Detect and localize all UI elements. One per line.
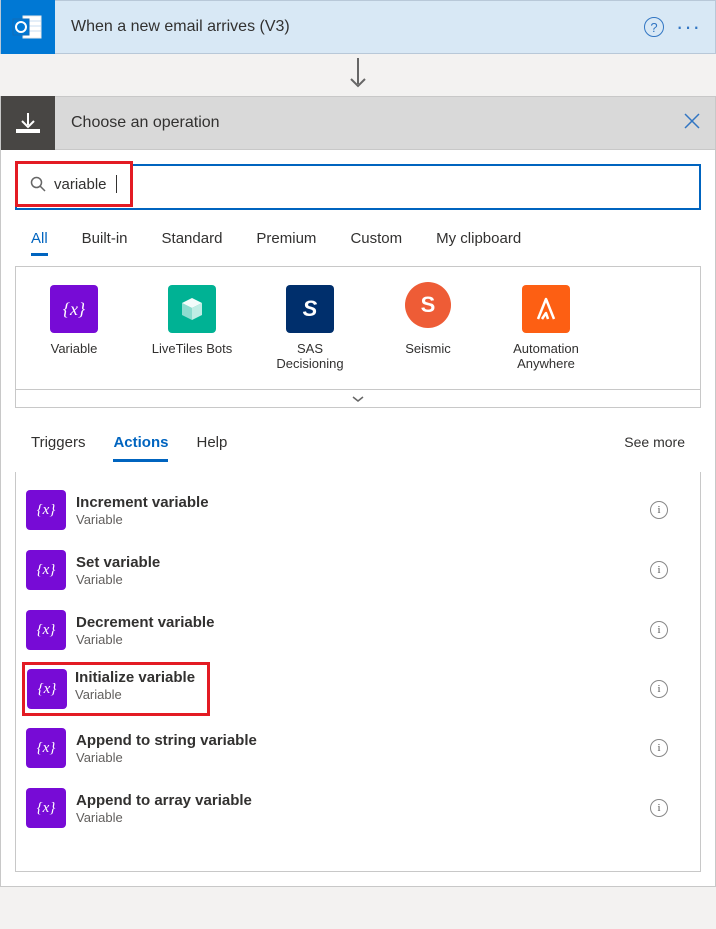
info-icon[interactable]: i — [650, 680, 668, 698]
outlook-icon — [1, 0, 55, 54]
action-title: Append to string variable — [76, 732, 640, 750]
secondary-tabs: Triggers Actions Help See more — [15, 426, 701, 462]
see-more-link[interactable]: See more — [624, 434, 685, 450]
trigger-title: When a new email arrives (V3) — [55, 18, 644, 36]
tab-standard[interactable]: Standard — [162, 224, 223, 256]
action-append-array-variable[interactable]: {x} Append to array variable Variable i — [22, 778, 682, 838]
tab-my-clipboard[interactable]: My clipboard — [436, 224, 521, 256]
connector-automation-anywhere[interactable]: Automation Anywhere — [500, 285, 592, 371]
seismic-icon: S — [405, 282, 451, 328]
choose-operation-header: Choose an operation — [0, 96, 716, 150]
action-append-string-variable[interactable]: {x} Append to string variable Variable i — [22, 718, 682, 778]
variable-icon: {x} — [26, 788, 66, 828]
subtab-help[interactable]: Help — [196, 426, 227, 459]
variable-icon: {x} — [50, 285, 98, 333]
action-subtitle: Variable — [76, 572, 640, 587]
action-subtitle: Variable — [76, 632, 640, 647]
connector-variable[interactable]: {x} Variable — [28, 285, 120, 371]
tab-built-in[interactable]: Built-in — [82, 224, 128, 256]
action-title: Set variable — [76, 554, 640, 572]
action-subtitle: Variable — [75, 687, 205, 702]
action-title: Append to array variable — [76, 792, 640, 810]
connector-seismic[interactable]: S Seismic — [382, 285, 474, 371]
connectors-grid: {x} Variable LiveTiles Bots S SAS Decisi… — [15, 266, 701, 390]
close-icon[interactable] — [683, 112, 715, 135]
action-subtitle: Variable — [76, 810, 640, 825]
actions-scroll[interactable]: {x} Increment variable Variable i {x} Se… — [16, 472, 684, 871]
variable-icon: {x} — [26, 610, 66, 650]
connector-label: SAS Decisioning — [264, 341, 356, 371]
livetiles-icon — [168, 285, 216, 333]
sas-icon: S — [286, 285, 334, 333]
info-icon[interactable]: i — [650, 799, 668, 817]
connector-label: Variable — [28, 341, 120, 356]
connector-livetiles[interactable]: LiveTiles Bots — [146, 285, 238, 371]
tab-all[interactable]: All — [31, 224, 48, 256]
more-icon[interactable]: ··· — [676, 16, 701, 38]
action-title: Increment variable — [76, 494, 640, 512]
action-initialize-variable-row: {x} Initialize variable Variable i — [22, 660, 682, 718]
action-increment-variable[interactable]: {x} Increment variable Variable i — [22, 480, 682, 540]
trigger-header-actions: ? ··· — [644, 16, 715, 38]
info-icon[interactable]: i — [650, 501, 668, 519]
choose-operation-title: Choose an operation — [55, 114, 683, 132]
operation-icon — [1, 96, 55, 150]
action-decrement-variable[interactable]: {x} Decrement variable Variable i — [22, 600, 682, 660]
info-icon[interactable]: i — [650, 621, 668, 639]
tab-custom[interactable]: Custom — [350, 224, 402, 256]
tab-premium[interactable]: Premium — [256, 224, 316, 256]
variable-icon: {x} — [26, 550, 66, 590]
action-set-variable[interactable]: {x} Set variable Variable i — [22, 540, 682, 600]
action-title: Decrement variable — [76, 614, 640, 632]
variable-icon: {x} — [26, 490, 66, 530]
automation-anywhere-icon — [522, 285, 570, 333]
info-icon[interactable]: i — [650, 739, 668, 757]
actions-list-container: {x} Increment variable Variable i {x} Se… — [15, 472, 701, 872]
connector-sas[interactable]: S SAS Decisioning — [264, 285, 356, 371]
text-cursor — [116, 175, 117, 193]
connector-label: Seismic — [382, 341, 474, 356]
flow-arrow — [0, 54, 716, 96]
connector-label: Automation Anywhere — [500, 341, 592, 371]
search-input[interactable] — [52, 175, 118, 194]
connector-label: LiveTiles Bots — [146, 341, 238, 356]
search-icon — [24, 176, 52, 192]
subtab-actions[interactable]: Actions — [113, 426, 168, 462]
category-tabs: All Built-in Standard Premium Custom My … — [15, 224, 701, 256]
action-subtitle: Variable — [76, 512, 640, 527]
expand-connectors-chevron[interactable] — [15, 390, 701, 408]
operation-picker-panel: All Built-in Standard Premium Custom My … — [0, 150, 716, 887]
info-icon[interactable]: i — [650, 561, 668, 579]
action-subtitle: Variable — [76, 750, 640, 765]
search-highlight — [15, 161, 133, 207]
action-initialize-variable[interactable]: {x} Initialize variable Variable — [22, 662, 210, 716]
variable-icon: {x} — [27, 669, 67, 709]
trigger-card[interactable]: When a new email arrives (V3) ? ··· — [0, 0, 716, 54]
help-icon[interactable]: ? — [644, 17, 664, 37]
subtab-triggers[interactable]: Triggers — [31, 426, 85, 459]
action-title: Initialize variable — [75, 669, 205, 687]
variable-icon: {x} — [26, 728, 66, 768]
